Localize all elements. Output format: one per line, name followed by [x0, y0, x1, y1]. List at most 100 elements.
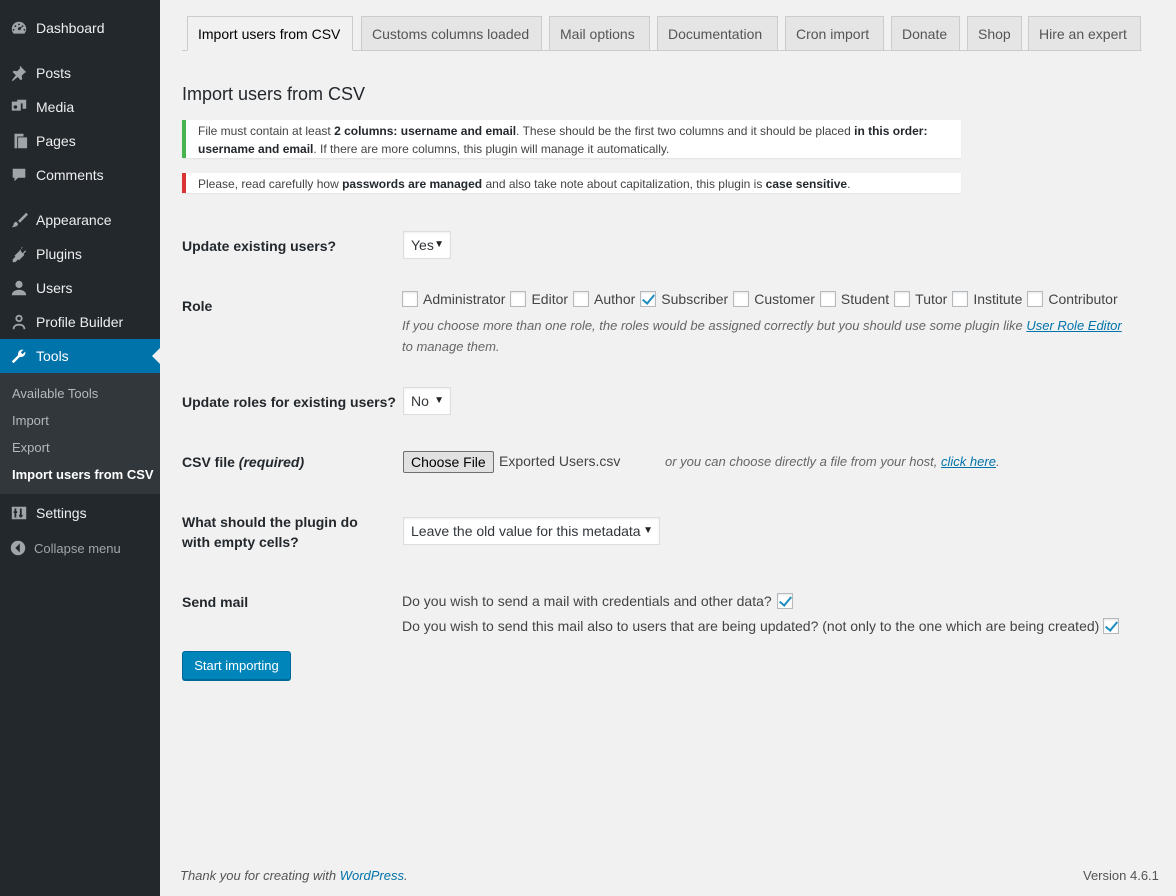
tab-hire-expert[interactable]: Hire an expert: [1028, 16, 1141, 51]
role-option-subscriber[interactable]: Subscriber: [640, 291, 728, 307]
menu-label: Appearance: [36, 212, 112, 228]
role-checkbox[interactable]: [819, 291, 836, 307]
notice-bold: 2 columns: username and email: [334, 124, 517, 138]
notice-text: . If there are more columns, this plugin…: [313, 142, 670, 156]
desc-text: If you choose more than one role, the ro…: [402, 318, 1027, 333]
role-checkbox[interactable]: [640, 291, 657, 307]
role-option-tutor[interactable]: Tutor: [894, 291, 947, 307]
pages-icon: [9, 131, 29, 151]
submenu-import-users-csv[interactable]: Import users from CSV: [12, 467, 154, 482]
role-name: Tutor: [915, 291, 948, 307]
menu-label: Posts: [36, 65, 72, 81]
wrench-icon: [9, 346, 29, 366]
notice-bold: case sensitive: [765, 177, 848, 191]
role-name: Editor: [531, 291, 569, 307]
role-name: Student: [840, 291, 890, 307]
tab-import-users[interactable]: Import users from CSV: [187, 16, 353, 51]
role-option-institute[interactable]: Institute: [952, 291, 1022, 307]
select-value: Leave the old value for this metadata: [411, 523, 641, 539]
notice-text: . These should be the first two columns …: [516, 124, 855, 138]
role-option-administrator[interactable]: Administrator: [402, 291, 505, 307]
tab-cron-import[interactable]: Cron import: [785, 16, 884, 51]
menu-label: Pages: [36, 133, 76, 149]
notice-text: File must contain at least: [198, 124, 335, 138]
user-role-editor-link[interactable]: User Role Editor: [1026, 318, 1121, 333]
menu-tools[interactable]: Tools: [0, 339, 160, 373]
menu-profile-builder[interactable]: Profile Builder: [0, 305, 160, 339]
success-notice: File must contain at least 2 columns: us…: [182, 120, 961, 158]
chevron-down-icon: ▼: [434, 239, 444, 250]
label-line: What should the plugin do: [182, 514, 358, 530]
menu-label: Settings: [36, 505, 87, 521]
tab-documentation[interactable]: Documentation: [657, 16, 778, 51]
tools-submenu: Available Tools Import Export Import use…: [0, 373, 160, 494]
menu-label: Dashboard: [36, 20, 105, 36]
footer-thanks: Thank you for creating with WordPress.: [180, 868, 408, 883]
submenu-import[interactable]: Import: [12, 413, 49, 428]
tab-mail-options[interactable]: Mail options: [549, 16, 650, 51]
role-checkbox-group: Administrator Editor Author Subscriber C…: [402, 291, 1123, 307]
send-mail-updated-checkbox[interactable]: [1103, 618, 1120, 634]
role-checkbox[interactable]: [894, 291, 911, 307]
send-mail-checkbox[interactable]: [776, 593, 793, 609]
select-value: Yes: [411, 237, 434, 253]
collapse-icon: [9, 539, 27, 557]
role-checkbox[interactable]: [573, 291, 590, 307]
menu-label: Tools: [36, 348, 69, 364]
start-importing-button[interactable]: Start importing: [182, 651, 291, 680]
selected-file-name: Exported Users.csv: [499, 453, 621, 469]
role-option-customer[interactable]: Customer: [733, 291, 815, 307]
empty-cells-select[interactable]: Leave the old value for this metadata ▼: [403, 517, 660, 545]
submenu-available-tools[interactable]: Available Tools: [12, 386, 98, 401]
tab-shop[interactable]: Shop: [967, 16, 1022, 51]
menu-settings[interactable]: Settings: [0, 496, 160, 530]
empty-cells-label: What should the plugin do with empty cel…: [182, 512, 358, 552]
send-mail-option-2: Do you wish to send this mail also to us…: [402, 618, 1120, 634]
menu-plugins[interactable]: Plugins: [0, 237, 160, 271]
plugin-icon: [9, 244, 29, 264]
menu-dashboard[interactable]: Dashboard: [0, 11, 160, 45]
role-option-editor[interactable]: Editor: [510, 291, 568, 307]
comments-icon: [9, 165, 29, 185]
role-checkbox[interactable]: [733, 291, 750, 307]
click-here-link[interactable]: click here: [941, 454, 996, 469]
notice-bold: passwords are managed: [342, 177, 483, 191]
role-option-student[interactable]: Student: [819, 291, 890, 307]
users-icon: [9, 278, 29, 298]
choose-file-button[interactable]: Choose File: [403, 451, 494, 473]
chevron-down-icon: ▼: [643, 525, 653, 536]
update-roles-select[interactable]: No ▼: [403, 387, 451, 415]
tab-custom-columns[interactable]: Customs columns loaded: [361, 16, 542, 51]
menu-label: Users: [36, 280, 73, 296]
role-checkbox[interactable]: [402, 291, 418, 307]
menu-comments[interactable]: Comments: [0, 158, 160, 192]
error-notice: Please, read carefully how passwords are…: [182, 173, 961, 193]
menu-posts[interactable]: Posts: [0, 56, 160, 90]
host-file-hint: or you can choose directly a file from y…: [665, 451, 1000, 472]
role-name: Customer: [754, 291, 815, 307]
role-name: Contributor: [1048, 291, 1118, 307]
update-existing-select[interactable]: Yes ▼: [403, 231, 451, 259]
csv-file-label: CSV file (required): [182, 452, 304, 472]
role-option-author[interactable]: Author: [573, 291, 635, 307]
role-checkbox[interactable]: [510, 291, 527, 307]
person-icon: [9, 312, 29, 332]
tab-donate[interactable]: Donate: [891, 16, 960, 51]
label-line: with empty cells?: [182, 534, 299, 550]
menu-pages[interactable]: Pages: [0, 124, 160, 158]
menu-appearance[interactable]: Appearance: [0, 203, 160, 237]
wordpress-link[interactable]: WordPress: [340, 868, 404, 883]
menu-media[interactable]: Media: [0, 90, 160, 124]
role-description: If you choose more than one role, the ro…: [402, 315, 1132, 357]
role-checkbox[interactable]: [1027, 291, 1044, 307]
desc-text: to manage them.: [402, 339, 500, 354]
role-option-contributor[interactable]: Contributor: [1027, 291, 1118, 307]
role-name: Administrator: [423, 291, 506, 307]
collapse-menu-button[interactable]: Collapse menu: [0, 536, 160, 560]
menu-users[interactable]: Users: [0, 271, 160, 305]
notice-text: .: [847, 177, 851, 191]
update-roles-label: Update roles for existing users?: [182, 394, 396, 410]
update-existing-label: Update existing users?: [182, 238, 337, 254]
role-checkbox[interactable]: [952, 291, 969, 307]
submenu-export[interactable]: Export: [12, 440, 50, 455]
